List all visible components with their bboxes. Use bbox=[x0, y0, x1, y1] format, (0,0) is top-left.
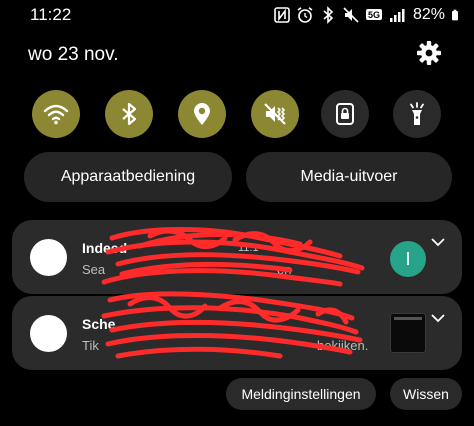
qs-tile-rotation-lock[interactable] bbox=[321, 90, 369, 138]
qs-tile-sound[interactable] bbox=[251, 90, 299, 138]
notification-card[interactable]: Sche Tik bekijken. bbox=[12, 296, 462, 370]
device-control-button[interactable]: Apparaatbediening bbox=[24, 152, 232, 202]
battery-icon bbox=[452, 9, 458, 21]
qs-tile-bluetooth[interactable] bbox=[105, 90, 153, 138]
alarm-icon bbox=[297, 7, 313, 23]
bluetooth-icon bbox=[122, 102, 137, 126]
nfc-icon bbox=[274, 7, 290, 23]
mute-icon bbox=[343, 7, 359, 23]
location-pin-icon bbox=[194, 103, 210, 125]
app-icon bbox=[30, 239, 67, 276]
qs-tile-flashlight[interactable] bbox=[393, 90, 441, 138]
notification-text-tail: bekijken. bbox=[317, 338, 369, 353]
status-icons: 5G 82% bbox=[273, 4, 462, 26]
battery-percent: 82% bbox=[412, 6, 445, 23]
wifi-icon bbox=[43, 104, 69, 125]
avatar: I bbox=[390, 241, 426, 277]
notification-text: Tik bbox=[82, 338, 99, 353]
notification-title: Sche bbox=[82, 316, 116, 332]
media-output-button[interactable]: Media-uitvoer bbox=[246, 152, 452, 202]
status-bar: 11:22 5G 82% bbox=[0, 0, 474, 32]
avatar-letter: I bbox=[405, 248, 411, 269]
notification-title: Indeed bbox=[82, 240, 128, 256]
signal-icon bbox=[389, 9, 405, 22]
notification-settings-button[interactable]: Meldinginstellingen bbox=[226, 378, 376, 410]
qs-tile-location[interactable] bbox=[178, 90, 226, 138]
notification-card[interactable]: Indeed 11:1 Sea en I bbox=[12, 220, 462, 294]
notification-thumbnail bbox=[390, 313, 426, 353]
chevron-down-icon[interactable] bbox=[430, 312, 446, 324]
app-icon bbox=[30, 315, 67, 352]
notification-text-tail: en bbox=[277, 262, 292, 277]
flashlight-icon bbox=[410, 102, 424, 125]
network-badge-text: 5G bbox=[368, 10, 380, 20]
chevron-down-icon[interactable] bbox=[430, 236, 446, 248]
qs-tile-wifi[interactable] bbox=[32, 90, 80, 138]
vibrate-mute-icon bbox=[264, 103, 286, 125]
notification-time: 11:1 bbox=[238, 242, 259, 254]
date-label: wo 23 nov. bbox=[28, 44, 119, 65]
bluetooth-icon bbox=[323, 6, 334, 24]
lock-icon bbox=[336, 103, 354, 125]
quick-settings-row bbox=[32, 90, 442, 140]
notification-text: Sea bbox=[82, 262, 106, 277]
5g-icon: 5G bbox=[365, 9, 382, 20]
clear-button[interactable]: Wissen bbox=[390, 378, 462, 410]
status-time: 11:22 bbox=[30, 5, 72, 24]
gear-icon[interactable] bbox=[416, 40, 442, 66]
